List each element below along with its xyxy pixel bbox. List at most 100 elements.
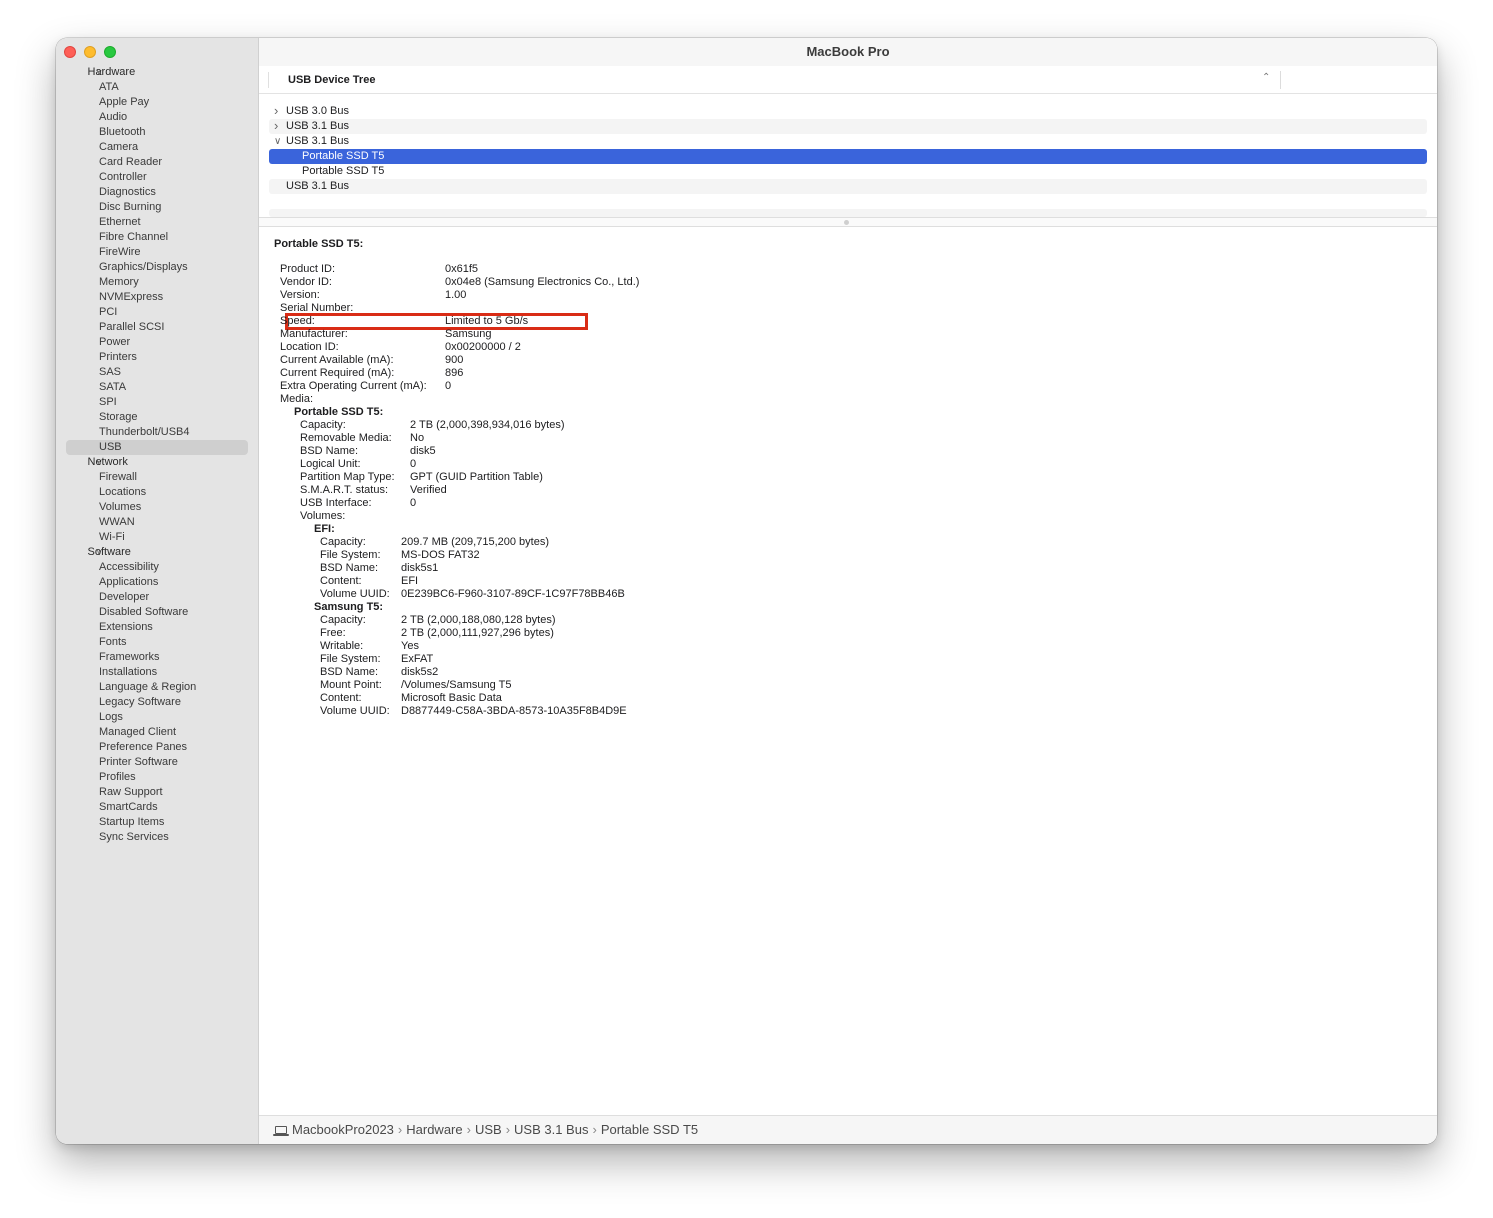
sidebar-item-audio[interactable]: Audio <box>56 110 259 125</box>
sidebar-item-disabled-software[interactable]: Disabled Software <box>56 605 259 620</box>
breadcrumb-macbookpro2023[interactable]: MacbookPro2023 <box>292 1122 394 1137</box>
split-view-divider[interactable] <box>259 217 1437 227</box>
sidebar-item-apple-pay[interactable]: Apple Pay <box>56 95 259 110</box>
device-tree-row[interactable]: › USB 3.0 Bus <box>269 103 1427 119</box>
sidebar-item-thunderbolt-usb4[interactable]: Thunderbolt/USB4 <box>56 425 259 440</box>
chevron-right-icon[interactable]: › <box>274 103 278 118</box>
sidebar-item-label: Applications <box>99 576 159 588</box>
sidebar-item-logs[interactable]: Logs <box>56 710 259 725</box>
sidebar-item-startup-items[interactable]: Startup Items <box>56 815 259 830</box>
sidebar-item-preference-panes[interactable]: Preference Panes <box>56 740 259 755</box>
sidebar-item-fonts[interactable]: Fonts <box>56 635 259 650</box>
field-label: BSD Name: <box>300 445 359 457</box>
sidebar-item-label: Firewall <box>99 471 137 483</box>
field-label: Product ID: <box>280 263 336 275</box>
sidebar-item-diagnostics[interactable]: Diagnostics <box>56 185 259 200</box>
sidebar-item-spi[interactable]: SPI <box>56 395 259 410</box>
sidebar-item-profiles[interactable]: Profiles <box>56 770 259 785</box>
sidebar-item-label: Preference Panes <box>99 741 188 753</box>
sidebar-item-wi-fi[interactable]: Wi-Fi <box>56 530 259 545</box>
sidebar-item-sata[interactable]: SATA <box>56 380 259 395</box>
field-value: Verified <box>410 484 447 496</box>
sidebar-item-ethernet[interactable]: Ethernet <box>56 215 259 230</box>
sidebar-item-graphics-displays[interactable]: Graphics/Displays <box>56 260 259 275</box>
chevron-right-icon[interactable]: › <box>274 118 278 133</box>
sidebar-item-label: Diagnostics <box>99 186 156 198</box>
detail-pane: Portable SSD T5: Product ID: 0x61f5 Vendor… <box>274 237 1437 717</box>
sidebar-item-firewire[interactable]: FireWire <box>56 245 259 260</box>
field-label: Volume UUID: <box>320 705 390 717</box>
device-tree-column-title[interactable]: USB Device Tree <box>288 66 375 94</box>
chevron-right-icon: › <box>505 1122 511 1137</box>
breadcrumb-portable-ssd-t5[interactable]: Portable SSD T5 <box>601 1122 698 1137</box>
sidebar-item-volumes[interactable]: Volumes <box>56 500 259 515</box>
sidebar-item-printers[interactable]: Printers <box>56 350 259 365</box>
sidebar-item-controller[interactable]: Controller <box>56 170 259 185</box>
sidebar-item-usb[interactable]: USB <box>56 440 259 455</box>
sidebar-item-sas[interactable]: SAS <box>56 365 259 380</box>
sidebar-item-accessibility[interactable]: Accessibility <box>56 560 259 575</box>
sidebar-item-sync-services[interactable]: Sync Services <box>56 830 259 845</box>
sidebar-item-raw-support[interactable]: Raw Support <box>56 785 259 800</box>
device-tree-row[interactable]: USB 3.1 Bus <box>269 179 1427 194</box>
close-button[interactable] <box>64 46 76 58</box>
device-tree-row[interactable]: Portable SSD T5 <box>269 164 1427 179</box>
sidebar-section-hardware[interactable]: vHardware <box>56 65 259 80</box>
sidebar-item-label: Apple Pay <box>99 96 150 108</box>
sidebar-item-bluetooth[interactable]: Bluetooth <box>56 125 259 140</box>
sidebar-item-camera[interactable]: Camera <box>56 140 259 155</box>
sidebar-item-applications[interactable]: Applications <box>56 575 259 590</box>
sidebar-item-locations[interactable]: Locations <box>56 485 259 500</box>
column-separator[interactable] <box>1280 71 1281 89</box>
sidebar-item-label: Power <box>99 336 131 348</box>
device-tree-row[interactable]: › USB 3.1 Bus <box>269 118 1427 134</box>
sidebar-item-managed-client[interactable]: Managed Client <box>56 725 259 740</box>
zoom-button[interactable] <box>104 46 116 58</box>
field-value: /Volumes/Samsung T5 <box>401 679 512 691</box>
sidebar-item-ata[interactable]: ATA <box>56 80 259 95</box>
sidebar-item-extensions[interactable]: Extensions <box>56 620 259 635</box>
sidebar-item-firewall[interactable]: Firewall <box>56 470 259 485</box>
sidebar-item-parallel-scsi[interactable]: Parallel SCSI <box>56 320 259 335</box>
field-label: Manufacturer: <box>280 328 348 340</box>
sidebar-item-developer[interactable]: Developer <box>56 590 259 605</box>
detail-title: Portable SSD T5: <box>274 238 364 250</box>
breadcrumb-usb[interactable]: USB <box>475 1122 502 1137</box>
sidebar-section-software[interactable]: vSoftware <box>56 545 259 560</box>
sidebar-item-wwan[interactable]: WWAN <box>56 515 259 530</box>
sidebar-item-label: NVMExpress <box>99 291 164 303</box>
sidebar-item-frameworks[interactable]: Frameworks <box>56 650 259 665</box>
sidebar-item-power[interactable]: Power <box>56 335 259 350</box>
minimize-button[interactable] <box>84 46 96 58</box>
sidebar-item-fibre-channel[interactable]: Fibre Channel <box>56 230 259 245</box>
divider-handle-icon[interactable] <box>844 220 849 225</box>
sidebar-item-disc-burning[interactable]: Disc Burning <box>56 200 259 215</box>
sidebar-item-legacy-software[interactable]: Legacy Software <box>56 695 259 710</box>
field-value: D8877449-C58A-3BDA-8573-10A35F8B4D9E <box>401 705 627 717</box>
sidebar-item-memory[interactable]: Memory <box>56 275 259 290</box>
chevron-up-icon[interactable]: ⌃ <box>1262 72 1270 83</box>
sidebar-item-card-reader[interactable]: Card Reader <box>56 155 259 170</box>
sidebar-item-language-region[interactable]: Language & Region <box>56 680 259 695</box>
sidebar-item-label: Graphics/Displays <box>99 261 188 273</box>
sidebar-item-printer-software[interactable]: Printer Software <box>56 755 259 770</box>
sidebar-item-label: Disabled Software <box>99 606 189 618</box>
field-value: ExFAT <box>401 653 434 665</box>
sidebar-item-label: Accessibility <box>99 561 159 573</box>
chevron-down-icon[interactable]: ∨ <box>274 134 281 149</box>
sidebar-item-label: Thunderbolt/USB4 <box>99 426 190 438</box>
field-label: Volumes: <box>300 510 346 522</box>
sidebar-item-installations[interactable]: Installations <box>56 665 259 680</box>
field-value: GPT (GUID Partition Table) <box>410 471 543 483</box>
sidebar-item-nvmexpress[interactable]: NVMExpress <box>56 290 259 305</box>
field-value: disk5s2 <box>401 666 439 678</box>
sidebar-item-storage[interactable]: Storage <box>56 410 259 425</box>
sidebar-section-network[interactable]: vNetwork <box>56 455 259 470</box>
sidebar-item-smartcards[interactable]: SmartCards <box>56 800 259 815</box>
device-tree-row[interactable]: ∨ USB 3.1 Bus <box>269 134 1427 149</box>
sidebar-item-label: Fibre Channel <box>99 231 169 243</box>
breadcrumb-hardware[interactable]: Hardware <box>406 1122 462 1137</box>
device-tree-row[interactable]: Portable SSD T5 <box>269 149 1427 164</box>
breadcrumb-usb-3-1-bus[interactable]: USB 3.1 Bus <box>514 1122 588 1137</box>
sidebar-item-pci[interactable]: PCI <box>56 305 259 320</box>
